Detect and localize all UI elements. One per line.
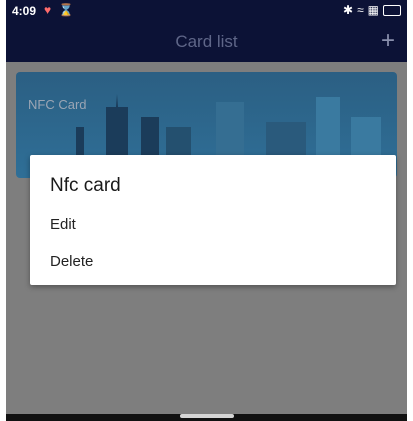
status-time: 4:09	[12, 4, 37, 18]
add-card-button[interactable]: +	[375, 28, 401, 54]
card-label: NFC Card	[28, 97, 87, 112]
status-left-icons: ♥ ⌛	[44, 3, 73, 17]
home-gesture-handle[interactable]	[180, 414, 234, 418]
edit-option[interactable]: Edit	[30, 207, 396, 243]
delete-option[interactable]: Delete	[30, 244, 396, 280]
battery-icon	[383, 4, 401, 16]
hourglass-icon: ⌛	[58, 3, 74, 17]
signal-icon: ▦	[367, 3, 379, 17]
plus-icon: +	[380, 27, 395, 54]
wifi-icon: ≈	[357, 3, 364, 17]
dialog-title: Nfc card	[50, 175, 121, 196]
status-right-icons: ✱ ≈ ▦	[343, 3, 401, 17]
status-bar: 4:09 ♥ ⌛ ✱ ≈ ▦	[6, 0, 407, 22]
heart-icon: ♥	[44, 3, 52, 17]
bluetooth-icon: ✱	[343, 3, 354, 17]
app-bar: Card list +	[6, 22, 407, 62]
card-options-dialog: Nfc card Edit Delete	[30, 155, 396, 285]
page-title: Card list	[175, 32, 238, 51]
